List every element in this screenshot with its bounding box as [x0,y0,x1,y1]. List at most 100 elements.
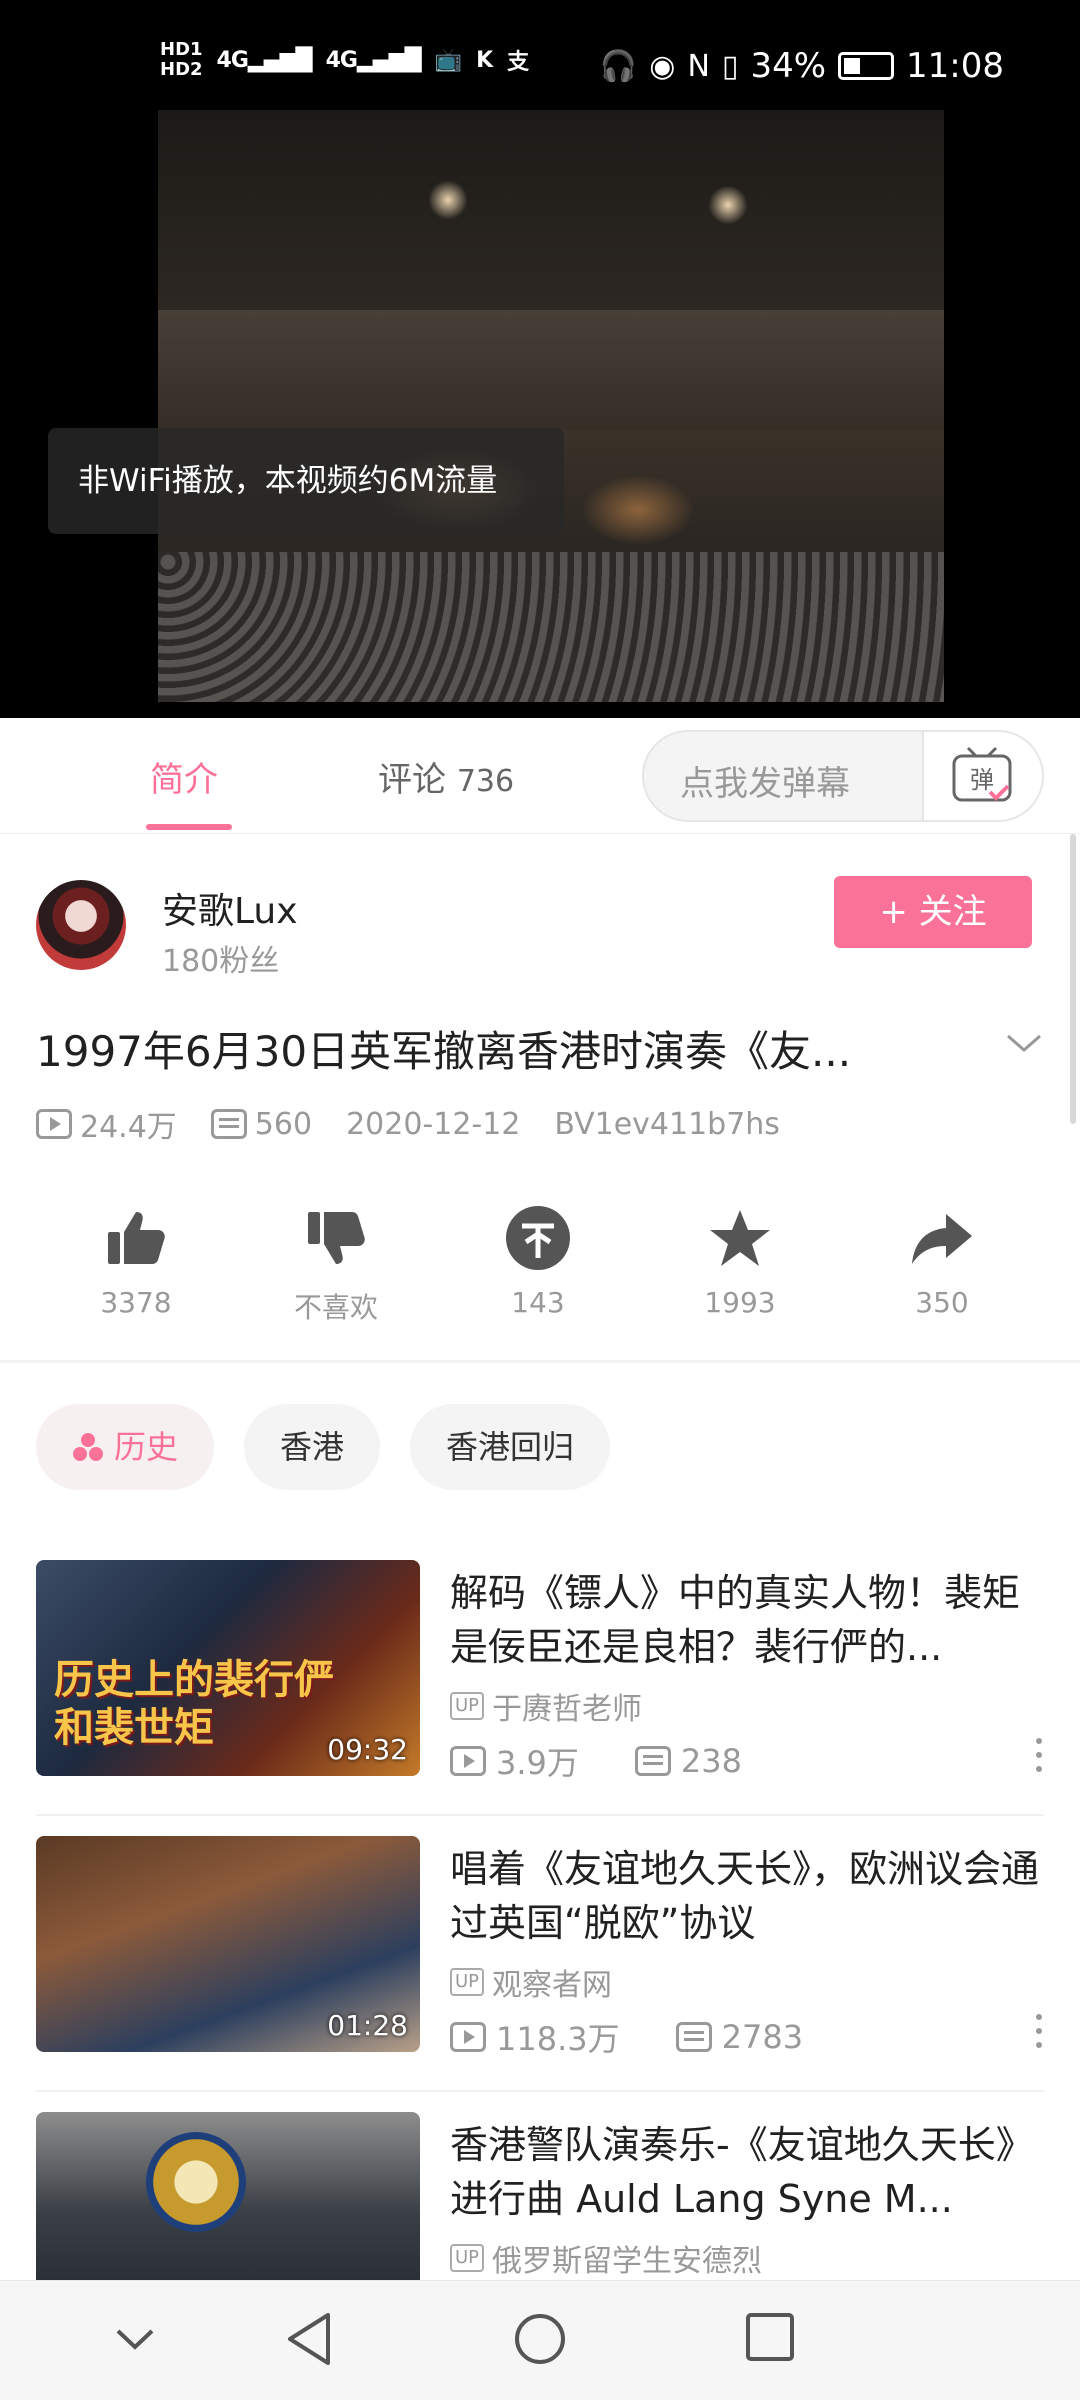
scrollbar[interactable] [1070,834,1076,1124]
hd-indicator: HD1 HD2 [160,40,203,80]
video-player[interactable]: HD1 HD2 4G▂▄▆█ 4G▂▄▆█ 📺 K 支 🎧 ◉ N ▯ 34% … [0,0,1080,718]
related-title: 解码《镖人》中的真实人物！裴矩是佞臣还是良相？裴行俨的... [450,1571,1021,1669]
tag-hongkong-handover[interactable]: 香港回归 [410,1404,611,1490]
related-uploader: UP 于赓哲老师 [450,1684,642,1728]
share-icon [912,1214,972,1264]
list-item[interactable]: 01:28 唱着《友谊地久天长》，欧洲议会通过英国“脱欧”协议 UP 观察者网 … [0,1836,1080,2112]
related-views: 118.3万 [496,2020,620,2058]
list-item[interactable]: 香港警队演奏乐-《友谊地久天长》进行曲 Auld Lang Syne M... … [0,2112,1080,2280]
follow-button[interactable]: + 关注 [834,876,1032,948]
more-options-icon[interactable] [1036,1738,1044,1778]
more-options-icon[interactable] [1036,2014,1044,2054]
chevron-down-icon[interactable] [1004,1032,1044,1056]
clock: 11:08 [906,46,1004,86]
avatar[interactable] [36,880,126,970]
tag-label: 香港 [280,1428,345,1466]
hd2-label: HD2 [160,59,203,80]
recents-icon[interactable] [744,2311,796,2363]
coin-button[interactable]: 143 [438,1198,638,1319]
tag-label: 历史 [114,1428,179,1466]
back-icon[interactable] [284,2311,334,2367]
up-badge-icon: UP [450,1692,485,1720]
video-title-row[interactable]: 1997年6月30日英军撤离香港时演奏《友... [36,1018,1044,1078]
related-comments: 238 [680,1742,742,1780]
share-count: 350 [915,1286,969,1319]
thumbnail-caption: 历史上的裴行俨和裴世矩 [54,1657,334,1751]
related-uploader: UP 观察者网 [450,1960,612,2004]
vibrate-icon: ▯ [721,48,739,84]
thumb-down-icon [308,1212,365,1264]
related-title: 香港警队演奏乐-《友谊地久天长》进行曲 Auld Lang Syne M... [450,2123,1034,2221]
danmaku-input[interactable]: 点我发弹幕 弹 [642,730,1044,822]
video-scene [158,310,944,430]
tag-label: 香港回归 [446,1428,575,1466]
list-item[interactable]: 历史上的裴行俨和裴世矩 09:32 解码《镖人》中的真实人物！裴矩是佞臣还是良相… [0,1560,1080,1836]
danmaku-stat: 560 [210,1107,312,1142]
publish-date: 2020-12-12 [346,1106,521,1142]
coin-icon [506,1206,570,1270]
comment-stat: 2783 [675,2018,803,2056]
like-button[interactable]: 3378 [36,1198,236,1319]
play-count-icon [450,1746,486,1776]
list-divider [36,2090,1044,2092]
video-title: 1997年6月30日英军撤离香港时演奏《友... [36,1027,852,1076]
views-stat: 24.4万 [36,1102,177,1146]
home-icon[interactable] [512,2311,568,2367]
hd1-label: HD1 [160,39,203,60]
list-divider [36,1814,1044,1816]
tv-app-icon: 📺 [434,47,463,73]
signal-icon: 4G▂▄▆█ [325,47,422,73]
like-count: 3378 [100,1286,172,1319]
tag-list: 历史 香港 香港回归 [36,1404,611,1490]
dislike-label: 不喜欢 [293,1291,378,1324]
related-uploader-name: 于赓哲老师 [492,1692,643,1727]
uploader-name[interactable]: 安歌Lux [162,882,298,934]
tag-hongkong[interactable]: 香港 [244,1404,381,1490]
section-divider [0,1360,1080,1363]
related-stats: 3.9万 238 [450,1738,742,1784]
up-badge-icon: UP [450,2244,485,2272]
related-uploader-name: 俄罗斯留学生安德烈 [492,2244,763,2279]
uploader-fans: 180粉丝 [162,944,280,979]
danmaku-toggle-button[interactable]: 弹 [922,732,1042,820]
tab-comments-count: 736 [456,764,515,799]
danmaku-button-label: 弹 [970,766,994,794]
dislike-button[interactable]: 不喜欢 [236,1198,436,1326]
comment-stat: 238 [634,1742,742,1780]
tab-intro[interactable]: 简介 [150,752,218,801]
tab-comments-label: 评论 [378,760,446,800]
related-uploader-name: 观察者网 [492,1968,613,2003]
action-bar: 3378 不喜欢 143 1993 350 [0,1198,1080,1360]
tag-history[interactable]: 历史 [36,1404,215,1490]
share-button[interactable]: 350 [842,1198,1042,1319]
video-thumbnail[interactable]: 历史上的裴行俨和裴世矩 09:32 [36,1560,420,1776]
status-right: 🎧 ◉ N ▯ 34% 11:08 [600,46,1004,86]
related-uploader: UP 俄罗斯留学生安德烈 [450,2236,762,2280]
headphones-icon: 🎧 [599,48,638,84]
network-type-label: 4G [216,47,249,73]
battery-icon [838,52,895,80]
favorite-button[interactable]: 1993 [640,1198,840,1319]
video-frame[interactable] [158,110,944,702]
coin-count: 143 [511,1286,565,1319]
data-usage-toast: 非WiFi播放，本视频约6M流量 [48,428,564,534]
up-badge-icon: UP [450,1968,485,1996]
danmaku-placeholder: 点我发弹幕 [680,764,850,804]
play-count-icon [450,2022,486,2052]
tab-bar: 简介 评论 736 点我发弹幕 弹 [0,718,1080,834]
video-duration: 09:32 [327,1733,408,1766]
comment-count-icon [675,2022,712,2052]
eye-icon: ◉ [649,48,676,84]
video-meta: 24.4万 560 2020-12-12 BV1ev411b7hs [36,1102,796,1146]
related-title: 唱着《友谊地久天长》，欧洲议会通过英国“脱欧”协议 [450,1847,1040,1945]
video-thumbnail[interactable] [36,2112,420,2280]
uploader-section: 安歌Lux 180粉丝 + 关注 [0,834,1080,1004]
video-thumbnail[interactable]: 01:28 [36,1836,420,2052]
play-count-icon [36,1109,72,1139]
nfc-icon: N [687,48,710,84]
signal-icon: 4G▂▄▆█ [216,47,313,73]
chevron-down-icon[interactable] [112,2325,158,2355]
tab-comments[interactable]: 评论 736 [378,752,514,801]
favorite-count: 1993 [704,1286,776,1319]
danmaku-count-icon [210,1109,247,1139]
